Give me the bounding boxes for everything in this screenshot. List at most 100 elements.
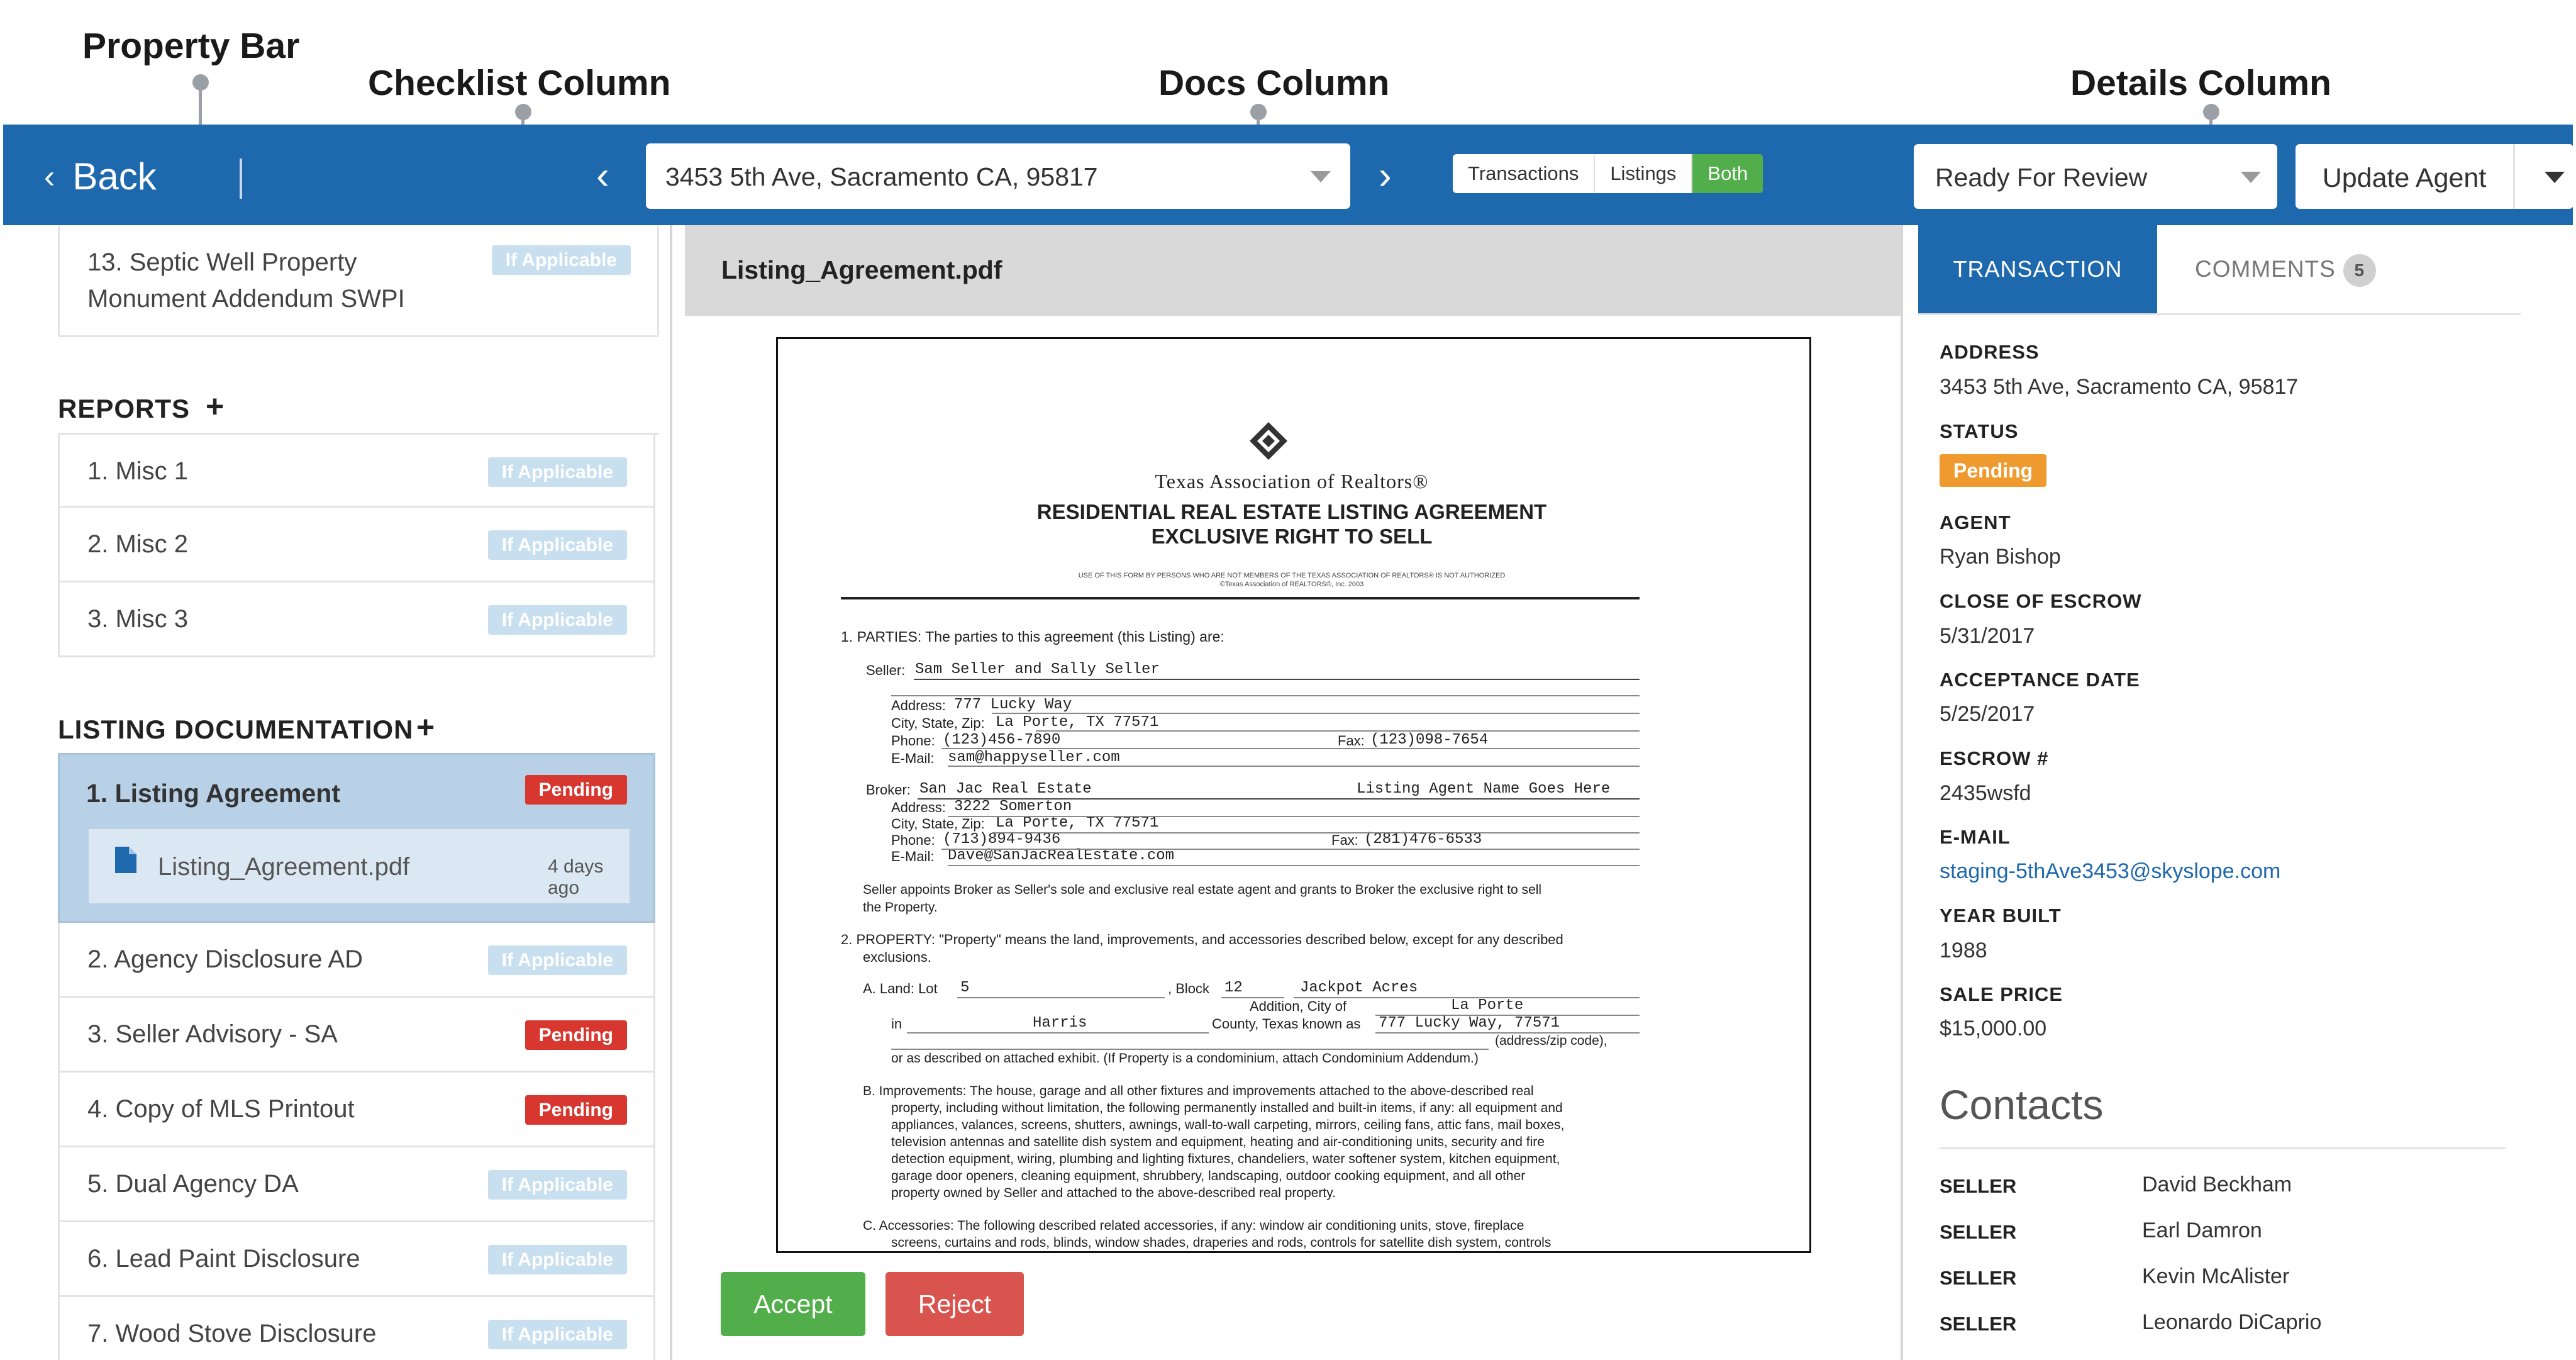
tab-transaction[interactable]: TRANSACTION [1918, 225, 2157, 313]
pdf-text: Phone: [891, 733, 935, 749]
pdf-text: Addition, City of [1250, 998, 1347, 1014]
contact-role: SELLER [1940, 1175, 2017, 1197]
checklist-item[interactable]: 13. Septic Well Property Monument Addend… [58, 225, 659, 337]
pdf-rule [914, 679, 1640, 680]
pdf-fill: (713)894-9436 [943, 831, 1061, 848]
checklist-item[interactable]: 2. Misc 2 If Applicable [58, 508, 655, 582]
status-select-value: Ready For Review [1935, 163, 2148, 192]
back-button[interactable]: ‹ Back [44, 155, 157, 198]
toggle-both[interactable]: Both [1692, 154, 1763, 193]
agent-value: Ryan Bishop [1940, 545, 2061, 569]
comments-count-badge: 5 [2343, 254, 2376, 287]
pdf-fill: Dave@SanJacRealEstate.com [948, 847, 1175, 864]
add-listing-document-icon[interactable]: + [416, 709, 435, 745]
add-report-icon[interactable]: + [206, 388, 224, 425]
checklist-item[interactable]: 3. Misc 3 If Applicable [58, 582, 655, 657]
escrow-number-label: ESCROW # [1940, 747, 2049, 769]
pdf-text: the Property. [863, 900, 938, 915]
checklist-item[interactable]: 6. Lead Paint Disclosure If Applicable [58, 1222, 655, 1297]
listing-documentation-section-title: LISTING DOCUMENTATION [58, 715, 414, 744]
pdf-rule [907, 1032, 1209, 1034]
pdf-fineprint: ©Texas Association of REALTORS®, Inc. 20… [1219, 581, 1364, 588]
pdf-text: Fax: [1331, 832, 1358, 848]
escrow-number-value: 2435wsfd [1940, 781, 2031, 805]
divider [2513, 144, 2515, 209]
caret-down-icon [2241, 172, 2261, 183]
contacts-divider [1940, 1147, 2506, 1149]
pdf-text: Seller appoints Broker as Seller's sole … [863, 883, 1542, 897]
back-label: Back [72, 155, 157, 198]
pdf-text: 1. PARTIES: The parties to this agreemen… [841, 628, 1224, 645]
checklist-column: 13. Septic Well Property Monument Addend… [0, 225, 672, 1360]
callout-details-column: Details Column [2070, 63, 2331, 103]
pdf-rule [941, 748, 1640, 749]
pdf-text: Fax: [1338, 733, 1365, 749]
checklist-item[interactable]: 2. Agency Disclosure AD If Applicable [58, 923, 655, 998]
pdf-text: detection equipment, wiring, plumbing an… [891, 1152, 1560, 1166]
update-agent-button[interactable]: Update Agent [2296, 144, 2573, 209]
update-agent-label: Update Agent [2322, 163, 2487, 193]
contact-name[interactable]: Leonardo DiCaprio [2142, 1310, 2321, 1335]
close-of-escrow-label: CLOSE OF ESCROW [1940, 590, 2142, 612]
tab-comments-label: COMMENTS [2195, 256, 2336, 282]
status-select[interactable]: Ready For Review [1914, 144, 2277, 209]
pdf-rule [992, 713, 1640, 714]
pdf-text: Phone: [891, 832, 935, 848]
next-property-button[interactable]: › [1379, 153, 1392, 198]
toggle-listings[interactable]: Listings [1595, 154, 1693, 193]
pdf-text: Seller: [866, 662, 906, 678]
checklist-item[interactable]: 5. Dual Agency DA If Applicable [58, 1147, 655, 1222]
callout-checklist-column: Checklist Column [368, 63, 671, 103]
checklist-item-label: 13. Septic Well Property [87, 248, 357, 276]
document-file-row[interactable]: Listing_Agreement.pdf 4 days ago [89, 829, 630, 903]
caret-down-icon[interactable] [2545, 172, 2565, 183]
contact-name[interactable]: Earl Damron [2142, 1218, 2262, 1243]
pdf-text: appliances, valances, screens, shutters,… [891, 1118, 1565, 1132]
pdf-viewer[interactable]: Texas Association of Realtors® RESIDENTI… [776, 337, 1811, 1253]
checklist-item[interactable]: 1. Misc 1 If Applicable [58, 433, 655, 508]
checklist-item-selected[interactable]: 1. Listing Agreement Pending Listing_Agr… [58, 753, 655, 923]
pdf-rule [1036, 730, 1640, 732]
pdf-rule [941, 849, 1640, 850]
document-title: Listing_Agreement.pdf [721, 255, 1002, 284]
pdf-text: television antennas and satellite dish s… [891, 1135, 1545, 1149]
pdf-rule [948, 816, 1640, 817]
contact-name[interactable]: Kevin McAlister [2142, 1264, 2289, 1289]
email-link[interactable]: staging-5thAve3453@skyslope.com [1940, 859, 2280, 884]
previous-property-button[interactable]: ‹ [596, 153, 609, 198]
pdf-fill: Harris [1033, 1015, 1087, 1032]
accept-button[interactable]: Accept [721, 1272, 865, 1336]
toggle-transactions[interactable]: Transactions [1453, 154, 1596, 193]
pdf-fill: (123)098-7654 [1370, 732, 1489, 749]
if-applicable-badge: If Applicable [487, 1170, 627, 1200]
contact-name[interactable]: David Beckham [2142, 1173, 2292, 1197]
close-of-escrow-value: 5/31/2017 [1940, 624, 2035, 648]
pdf-text: property, including without limitation, … [891, 1101, 1563, 1115]
checklist-item-label: 3. Misc 3 [87, 605, 189, 633]
pdf-rule [948, 766, 1640, 767]
status-badge: Pending [1940, 454, 2047, 487]
caret-down-icon [1311, 171, 1331, 182]
address-label: ADDRESS [1940, 341, 2040, 363]
checklist-item-label: 3. Seller Advisory - SA [87, 1020, 338, 1048]
pdf-fill: 5 [960, 979, 970, 996]
tab-comments[interactable]: COMMENTS 5 [2195, 225, 2376, 313]
if-applicable-badge: If Applicable [491, 245, 631, 275]
checklist-item-label: 1. Misc 1 [87, 457, 189, 485]
address-select[interactable]: 3453 5th Ave, Sacramento CA, 95817 [646, 143, 1350, 209]
checklist-item[interactable]: 7. Wood Stove Disclosure If Applicable [58, 1297, 655, 1360]
document-file-time: 4 days ago [548, 856, 604, 898]
pdf-text: garage door openers, cleaning equipment,… [891, 1169, 1526, 1183]
checklist-item[interactable]: 4. Copy of MLS Printout Pending [58, 1073, 655, 1147]
checklist-item[interactable]: 3. Seller Advisory - SA Pending [58, 998, 655, 1073]
year-built-value: 1988 [1940, 939, 1987, 962]
pdf-fill: San Jac Real Estate [919, 781, 1092, 798]
pdf-text: Address: [891, 800, 946, 815]
reject-button[interactable]: Reject [886, 1272, 1024, 1336]
pdf-text: Broker: [866, 782, 911, 798]
pdf-text: A. Land: Lot [863, 981, 938, 996]
pdf-rule [891, 1049, 1489, 1050]
pdf-fill: 777 Lucky Way, 77571 [1379, 1015, 1560, 1032]
checklist-item-label: 6. Lead Paint Disclosure [87, 1245, 360, 1273]
pdf-text: exclusions. [863, 949, 931, 965]
